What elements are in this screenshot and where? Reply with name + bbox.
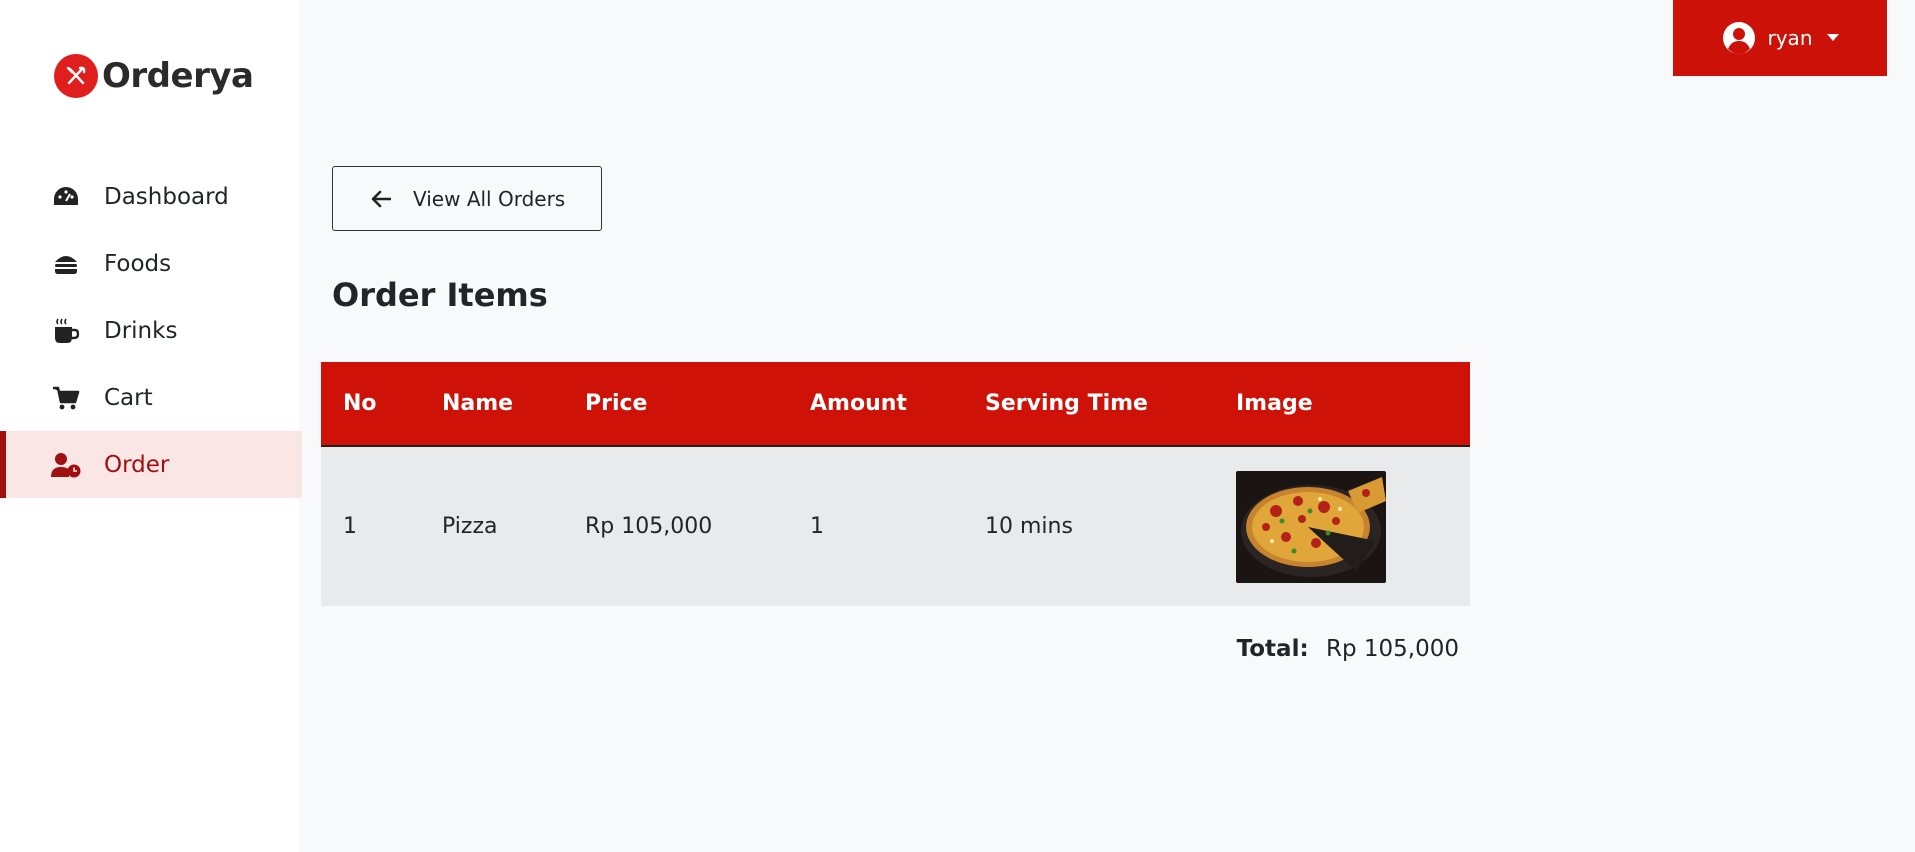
utensils-icon	[54, 54, 98, 98]
cart-icon	[50, 382, 82, 414]
order-items-table: No Name Price Amount Serving Time Image …	[321, 362, 1470, 606]
column-header-amount: Amount	[810, 391, 907, 416]
sidebar-item-label: Cart	[104, 384, 153, 411]
cell-price: Rp 105,000	[585, 514, 713, 539]
brand-name: Orderya	[102, 56, 254, 96]
page-title: Order Items	[332, 276, 548, 314]
user-clock-icon	[50, 449, 82, 481]
sidebar-item-label: Dashboard	[104, 183, 229, 210]
sidebar-item-label: Drinks	[104, 317, 178, 344]
column-header-serving-time: Serving Time	[985, 391, 1148, 416]
column-header-image: Image	[1236, 391, 1313, 416]
cell-amount: 1	[810, 514, 824, 539]
brand-logo[interactable]: Orderya	[54, 53, 254, 99]
cell-no: 1	[343, 514, 357, 539]
view-all-orders-label: View All Orders	[413, 186, 566, 211]
sidebar-item-drinks[interactable]: Drinks	[0, 297, 302, 364]
view-all-orders-button[interactable]: View All Orders	[332, 166, 602, 231]
cell-name: Pizza	[442, 514, 498, 539]
user-menu-button[interactable]: ryan	[1673, 0, 1887, 76]
sidebar: Orderya Dashboard Foods Drinks Cart Orde…	[0, 0, 302, 852]
column-header-no: No	[343, 391, 377, 416]
pizza-image	[1236, 470, 1386, 583]
order-total: Total: Rp 105,000	[1100, 636, 1459, 662]
sidebar-item-label: Order	[104, 451, 170, 478]
column-header-name: Name	[442, 391, 514, 416]
user-avatar-icon	[1722, 21, 1756, 55]
dashboard-gauge-icon	[50, 181, 82, 213]
burger-icon	[50, 248, 82, 280]
sidebar-item-label: Foods	[104, 250, 172, 277]
sidebar-item-dashboard[interactable]: Dashboard	[0, 163, 302, 230]
sidebar-item-foods[interactable]: Foods	[0, 230, 302, 297]
sidebar-item-order[interactable]: Order	[0, 431, 302, 498]
mug-icon	[50, 315, 82, 347]
table-header-row: No Name Price Amount Serving Time Image	[321, 362, 1470, 446]
total-label: Total:	[1236, 636, 1309, 662]
column-header-price: Price	[585, 391, 648, 416]
caret-down-icon	[1826, 34, 1839, 42]
total-value: Rp 105,000	[1325, 636, 1459, 662]
sidebar-item-cart[interactable]: Cart	[0, 364, 302, 431]
sidebar-nav: Dashboard Foods Drinks Cart Order	[0, 163, 302, 498]
cell-image	[1214, 446, 1470, 606]
table-row: 1 Pizza Rp 105,000 1 10 mins	[321, 446, 1470, 606]
username: ryan	[1767, 26, 1813, 50]
arrow-left-icon	[371, 190, 391, 208]
cell-serving-time: 10 mins	[985, 514, 1073, 539]
